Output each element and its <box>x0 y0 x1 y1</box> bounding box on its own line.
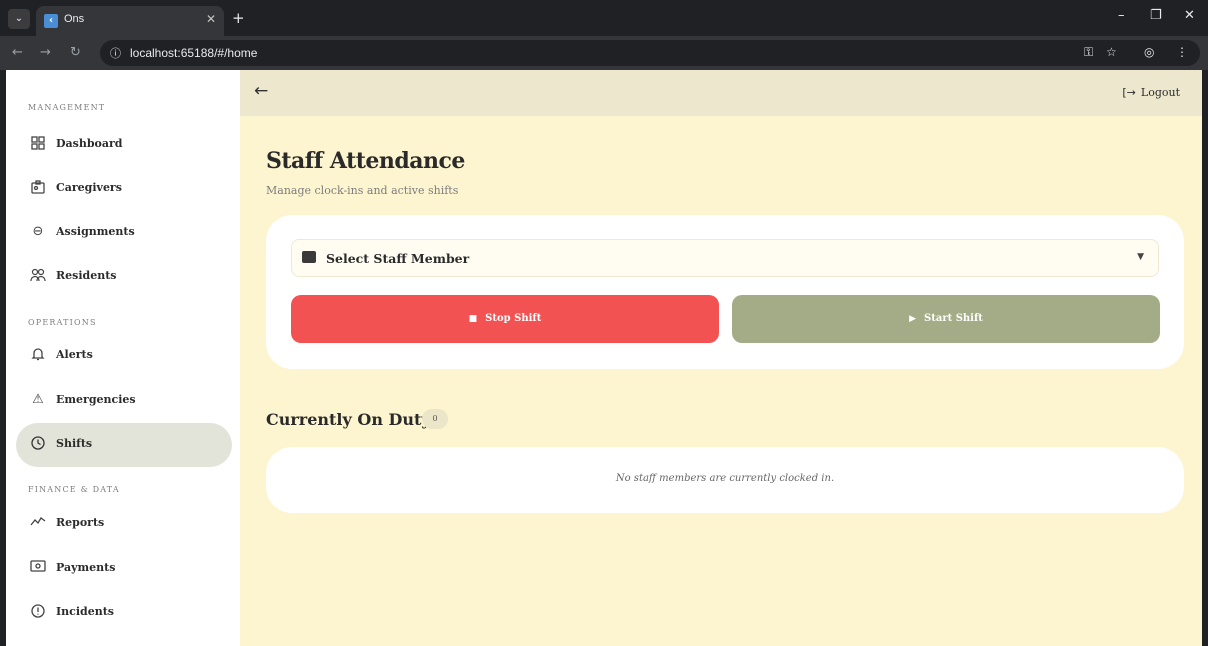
password-key-icon[interactable]: ⚿ <box>1084 45 1093 60</box>
sidebar-item-emergencies[interactable]: ⚠ Emergencies <box>16 379 232 423</box>
sidebar-item-label: Reports <box>56 516 105 529</box>
play-icon: ▶ <box>909 314 916 324</box>
sidebar-item-residents[interactable]: Residents <box>16 255 232 299</box>
empty-state-message: No staff members are currently clocked i… <box>615 473 835 484</box>
sidebar-item-reports[interactable]: Reports <box>16 502 232 546</box>
sidebar-item-label: Assignments <box>56 225 135 238</box>
sidebar-item-label: Alerts <box>56 348 93 361</box>
page-subtitle: Manage clock-ins and active shifts <box>266 184 459 197</box>
forward-nav-icon[interactable]: → <box>40 45 51 60</box>
badge-icon <box>302 251 316 263</box>
logout-label: Logout <box>1140 86 1180 99</box>
address-bar: ← → ↻ ⓘ localhost:65188/#/home ⚿ ☆ ◎ ⋮ <box>0 36 1208 70</box>
sidebar-item-incidents[interactable]: Incidents <box>16 591 232 635</box>
reload-icon[interactable]: ↻ <box>70 45 81 60</box>
section-label-finance: FINANCE & DATA <box>28 485 120 494</box>
sidebar-item-caregivers[interactable]: Caregivers <box>16 167 232 211</box>
sidebar-item-dashboard[interactable]: Dashboard <box>16 123 232 167</box>
logout-icon: [→ <box>1122 86 1136 99</box>
tab-search-icon[interactable]: ⌄ <box>8 9 30 29</box>
app-topbar: ← [→ Logout <box>240 70 1202 116</box>
link-icon: ⊖ <box>32 224 44 239</box>
browser-tab-bar: ⌄ ‹ Ons ✕ + – ❐ ✕ <box>0 0 1208 36</box>
on-duty-heading: Currently On Duty <box>266 410 431 429</box>
start-shift-label: Start Shift <box>924 313 983 324</box>
sidebar-item-label: Caregivers <box>56 181 122 194</box>
sidebar-item-payments[interactable]: Payments <box>16 547 232 591</box>
logout-button[interactable]: [→ Logout <box>1122 86 1180 99</box>
sidebar-item-label: Shifts <box>56 437 93 450</box>
app-viewport: MANAGEMENT Dashboard Caregivers ⊖ Assign… <box>6 70 1202 646</box>
restore-icon[interactable]: ❐ <box>1150 8 1162 23</box>
clock-icon <box>30 436 46 452</box>
on-duty-count-badge: 0 <box>422 409 448 429</box>
tab-title: Ons <box>64 13 85 25</box>
info-icon <box>30 604 46 620</box>
page-title: Staff Attendance <box>266 148 465 174</box>
sidebar-item-assignments[interactable]: ⊖ Assignments <box>16 211 232 255</box>
minimize-icon[interactable]: – <box>1118 8 1125 23</box>
sidebar-item-label: Incidents <box>56 605 114 618</box>
trend-icon <box>30 515 46 531</box>
cash-icon <box>30 560 46 576</box>
sidebar: MANAGEMENT Dashboard Caregivers ⊖ Assign… <box>6 70 240 646</box>
stop-icon: ■ <box>468 314 478 324</box>
bell-icon <box>30 347 46 363</box>
section-label-management: MANAGEMENT <box>28 103 106 112</box>
sidebar-item-label: Payments <box>56 561 116 574</box>
on-duty-list-card: No staff members are currently clocked i… <box>266 447 1184 513</box>
url-text[interactable]: localhost:65188/#/home <box>130 46 257 60</box>
bookmark-star-icon[interactable]: ☆ <box>1106 45 1117 59</box>
browser-tab[interactable]: ‹ Ons ✕ <box>36 6 224 36</box>
tab-close-icon[interactable]: ✕ <box>206 12 216 26</box>
back-arrow-icon[interactable]: ← <box>254 81 268 101</box>
sidebar-item-alerts[interactable]: Alerts <box>16 334 232 378</box>
shift-control-card: Select Staff Member ▼ ■ Stop Shift ▶ Start… <box>266 215 1184 369</box>
window-close-icon[interactable]: ✕ <box>1184 8 1195 23</box>
dashboard-icon <box>30 136 46 152</box>
site-info-icon[interactable]: ⓘ <box>110 45 121 61</box>
omnibox[interactable]: ⓘ localhost:65188/#/home ⚿ ☆ ◎ ⋮ <box>100 40 1200 66</box>
badge-icon <box>30 180 46 196</box>
chevron-down-icon: ▼ <box>1137 252 1144 262</box>
new-tab-icon[interactable]: + <box>232 9 245 27</box>
sidebar-item-shifts[interactable]: Shifts <box>16 423 232 467</box>
browser-menu-icon[interactable]: ⋮ <box>1176 45 1188 59</box>
section-label-operations: OPERATIONS <box>28 318 97 327</box>
warning-icon: ⚠ <box>32 392 44 407</box>
back-nav-icon[interactable]: ← <box>12 45 23 60</box>
stop-shift-button[interactable]: ■ Stop Shift <box>291 295 719 343</box>
profile-icon[interactable]: ◎ <box>1144 45 1154 59</box>
staff-select[interactable]: Select Staff Member ▼ <box>291 239 1159 277</box>
sidebar-item-label: Residents <box>56 269 117 282</box>
staff-select-label: Select Staff Member <box>326 251 470 266</box>
sidebar-item-label: Dashboard <box>56 137 123 150</box>
stop-shift-label: Stop Shift <box>485 313 542 324</box>
people-icon <box>30 268 46 284</box>
flutter-favicon-icon: ‹ <box>44 14 58 28</box>
start-shift-button[interactable]: ▶ Start Shift <box>732 295 1160 343</box>
sidebar-item-label: Emergencies <box>56 393 136 406</box>
